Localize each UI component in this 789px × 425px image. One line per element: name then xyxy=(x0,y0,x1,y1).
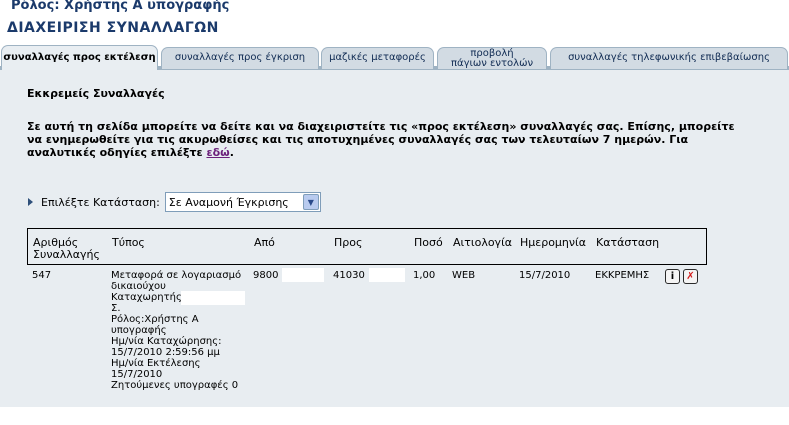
arrow-right-icon xyxy=(28,198,33,206)
cell-to: 41030 xyxy=(333,270,365,281)
intro-text: Σε αυτή τη σελίδα μπορείτε να δείτε και … xyxy=(27,120,747,159)
page-title: ΔΙΑΧΕΙΡΙΣΗ ΣΥΝΑΛΛΑΓΩΝ xyxy=(7,20,219,36)
header-type: Τύπος xyxy=(112,236,145,249)
cell-amount: 1,00 xyxy=(413,270,436,281)
header-to: Προς xyxy=(334,236,363,249)
type-text: Μεταφορά σε λογαριασμό δικαιούχου xyxy=(111,270,242,292)
header-reason: Αιτιολογία xyxy=(453,236,513,249)
table-row: 547 Μεταφορά σε λογαριασμό δικαιούχου Κα… xyxy=(27,265,707,425)
tab-pending-execution[interactable]: συναλλαγές προς εκτέλεση xyxy=(1,45,158,70)
section-title: Εκκρεμείς Συναλλαγές xyxy=(27,87,165,100)
intro-body: Σε αυτή τη σελίδα μπορείτε να δείτε και … xyxy=(27,120,735,159)
cell-reason: WEB xyxy=(452,270,476,281)
entry-date-label: Ημ/νία Καταχώρησης: xyxy=(111,336,222,347)
entry-date: 15/7/2010 2:59:56 μμ xyxy=(111,347,220,358)
delete-icon[interactable]: ✗ xyxy=(683,269,698,284)
status-select-value: Σε Αναμονή Έγκρισης xyxy=(168,195,289,209)
cell-id: 547 xyxy=(32,270,52,281)
cell-type: Μεταφορά σε λογαριασμό δικαιούχου Καταχω… xyxy=(111,270,246,391)
tab-bar: συναλλαγές προς εκτέλεση συναλλαγές προς… xyxy=(0,44,789,70)
tab-pending-approval[interactable]: συναλλαγές προς έγκριση xyxy=(161,47,319,69)
cell-status: ΕΚΚΡΕΜΗΣ xyxy=(595,270,650,281)
exec-date: 15/7/2010 xyxy=(111,369,163,380)
status-select[interactable]: Σε Αναμονή Έγκρισης ▼ xyxy=(164,192,321,212)
header-amount: Ποσό xyxy=(414,236,443,249)
redacted-to-box xyxy=(369,268,405,282)
tab-bulk-transfers[interactable]: μαζικές μεταφορές xyxy=(321,47,434,69)
cell-from: 9800 xyxy=(253,270,279,281)
status-filter-label: Επιλέξτε Κατάσταση: xyxy=(41,195,160,209)
role-text: Ρόλος:Χρήστης Α υπογραφής xyxy=(111,314,199,336)
info-icon[interactable]: i xyxy=(665,269,680,284)
header-transaction-id: Αριθμός Συναλλαγής xyxy=(33,236,100,261)
table-header: Αριθμός Συναλλαγής Τύπος Από Προς Ποσό Α… xyxy=(27,228,707,265)
signatures: Ζητούμενες υπογραφές 0 xyxy=(111,380,239,391)
tab-phone-confirmation[interactable]: συναλλαγές τηλεφωνικής επιβεβαίωσης xyxy=(550,47,788,69)
transactions-table: Αριθμός Συναλλαγής Τύπος Από Προς Ποσό Α… xyxy=(27,228,707,425)
header-from: Από xyxy=(254,236,275,249)
instructions-link[interactable]: εδώ xyxy=(206,146,229,159)
exec-date-label: Ημ/νία Εκτέλεσης xyxy=(111,358,201,369)
role-label: Ρόλος: Χρήστης Α υπογραφής xyxy=(11,0,230,13)
header-date: Ημερομηνία xyxy=(520,236,587,249)
chevron-down-icon[interactable]: ▼ xyxy=(302,194,319,210)
cell-date: 15/7/2010 xyxy=(519,270,571,281)
status-filter: Επιλέξτε Κατάσταση: Σε Αναμονή Έγκρισης … xyxy=(28,191,321,213)
redacted-from-box xyxy=(282,268,324,282)
created-by-line: Καταχωρητής:ΑΡ xyxy=(111,291,246,305)
tab-standing-orders-line2: πάγιων εντολών xyxy=(450,58,534,69)
intro-end: . xyxy=(229,146,234,159)
redacted-box xyxy=(181,291,245,305)
header-status: Κατάσταση xyxy=(596,236,660,249)
main-content: Εκκρεμείς Συναλλαγές Σε αυτή τη σελίδα μ… xyxy=(0,70,789,407)
tab-standing-orders[interactable]: προβολή πάγιων εντολών xyxy=(437,47,547,69)
